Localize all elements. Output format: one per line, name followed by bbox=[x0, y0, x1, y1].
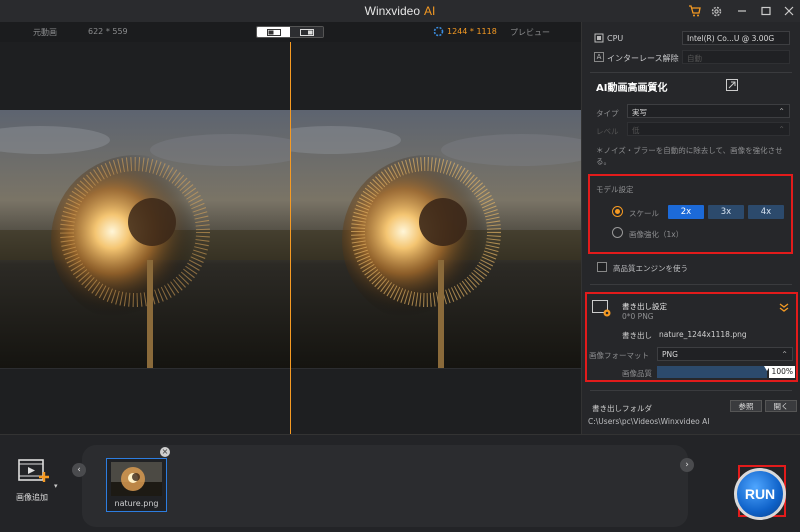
scale-2x-button[interactable]: 2x bbox=[668, 205, 704, 219]
enhance-label: 画像強化（1x） bbox=[629, 230, 684, 239]
quality-label: 画像品質 bbox=[622, 369, 652, 378]
split-view-button[interactable] bbox=[257, 27, 290, 37]
format-select-chevron-icon: ⌃ bbox=[781, 350, 788, 359]
expand-icon[interactable] bbox=[726, 79, 738, 93]
hq-engine-label: 高品質エンジンを使う bbox=[613, 264, 688, 273]
thumbnail-name: nature.png bbox=[114, 499, 159, 508]
quality-value[interactable]: 100% bbox=[769, 366, 795, 378]
deinterlace-select[interactable]: 自動 bbox=[682, 50, 790, 64]
export-summary: 0*0 PNG bbox=[622, 312, 654, 321]
output-size: 1244 * 1118 bbox=[447, 27, 497, 36]
enhance-radio[interactable] bbox=[612, 227, 623, 238]
separator bbox=[590, 72, 792, 73]
model-settings-title: モデル設定 bbox=[596, 185, 634, 194]
export-settings-title: 書き出し設定 bbox=[622, 302, 667, 311]
thumbnail-remove-icon[interactable]: × bbox=[160, 447, 170, 457]
cpu-value: Intel(R) Co...U @ 3.00G bbox=[687, 34, 775, 43]
thumbnail-item[interactable]: nature.png bbox=[106, 458, 167, 512]
strip-prev-button[interactable]: ‹ bbox=[72, 463, 86, 477]
scale-4x-button[interactable]: 4x bbox=[748, 205, 784, 219]
thumbnail-strip bbox=[82, 445, 688, 527]
original-size: 622 * 559 bbox=[88, 27, 128, 36]
app-title: Winxvideo AI bbox=[0, 4, 800, 18]
preview-area: 元動画 622 * 559 1244 * 1118 プレビュー bbox=[0, 22, 581, 434]
type-value: 実写 bbox=[632, 108, 647, 117]
export-settings-icon[interactable] bbox=[592, 300, 612, 320]
side-by-side-view-button[interactable] bbox=[290, 27, 323, 37]
view-mode-toggle bbox=[256, 26, 324, 38]
folder-label: 書き出しフォルダ bbox=[592, 404, 652, 413]
cpu-icon bbox=[594, 33, 604, 45]
format-select[interactable]: PNG ⌃ bbox=[657, 347, 793, 361]
browse-button[interactable]: 参照 bbox=[730, 400, 762, 412]
title-bar: Winxvideo AI bbox=[0, 0, 800, 22]
settings-panel: CPU Intel(R) Co...U @ 3.00G A インターレース解除 … bbox=[581, 22, 800, 434]
separator bbox=[590, 284, 792, 285]
type-select-chevron-icon: ⌃ bbox=[778, 107, 785, 116]
output-filename[interactable]: nature_1244x1118.png bbox=[659, 330, 747, 339]
preview-label: プレビュー bbox=[510, 28, 550, 37]
app-title-name: Winxvideo bbox=[364, 4, 420, 18]
deinterlace-value: 自動 bbox=[687, 54, 702, 63]
cpu-select[interactable]: Intel(R) Co...U @ 3.00G bbox=[682, 31, 790, 45]
cart-icon[interactable] bbox=[686, 3, 702, 19]
separator bbox=[590, 390, 792, 391]
ai-section-title: AI動画高画質化 bbox=[596, 83, 668, 94]
scale-3x-button[interactable]: 3x bbox=[708, 205, 744, 219]
hq-engine-checkbox[interactable] bbox=[597, 262, 607, 272]
type-label: タイプ bbox=[596, 109, 619, 118]
collapse-chevron-icon[interactable] bbox=[778, 301, 790, 315]
level-value: 低 bbox=[632, 126, 640, 135]
type-select[interactable]: 実写 ⌃ bbox=[627, 104, 790, 118]
level-select-chevron-icon: ⌃ bbox=[778, 125, 785, 134]
add-image-icon bbox=[18, 458, 54, 488]
enhance-description: ＊ノイズ・ブラーを自動的に除去して、画像を強化させる。 bbox=[596, 146, 783, 166]
original-label: 元動画 bbox=[33, 28, 57, 37]
run-button[interactable]: RUN bbox=[734, 468, 786, 520]
scale-label: スケール bbox=[629, 209, 659, 218]
format-value: PNG bbox=[662, 350, 678, 359]
compare-divider-handle[interactable] bbox=[290, 42, 291, 434]
strip-next-button[interactable]: › bbox=[680, 458, 694, 472]
settings-icon[interactable] bbox=[708, 3, 724, 19]
scale-radio[interactable] bbox=[612, 206, 623, 217]
preview-image bbox=[291, 110, 581, 368]
open-folder-button[interactable]: 開く bbox=[765, 400, 797, 412]
format-label: 画像フォーマット bbox=[589, 351, 649, 360]
level-select[interactable]: 低 ⌃ bbox=[627, 122, 790, 136]
maximize-icon[interactable] bbox=[758, 3, 774, 19]
add-image-label: 画像追加 bbox=[16, 493, 48, 502]
folder-path: C:\Users\pc\Videos\Winxvideo AI bbox=[588, 417, 710, 426]
app-title-accent: AI bbox=[424, 4, 436, 18]
deinterlace-icon: A bbox=[594, 52, 604, 62]
close-icon[interactable] bbox=[781, 3, 797, 19]
output-label: 書き出し bbox=[622, 331, 652, 340]
quality-slider[interactable] bbox=[657, 366, 770, 378]
add-image-dropdown-icon[interactable]: ▾ bbox=[54, 482, 58, 490]
minimize-icon[interactable] bbox=[734, 3, 750, 19]
original-image bbox=[0, 110, 290, 368]
processing-spinner-icon bbox=[433, 26, 444, 39]
add-image-button[interactable]: ▾ 画像追加 bbox=[10, 456, 66, 504]
level-label: レベル bbox=[596, 127, 619, 136]
viewer-header: 元動画 622 * 559 1244 * 1118 プレビュー bbox=[0, 22, 581, 42]
thumbnail-image bbox=[111, 462, 162, 496]
